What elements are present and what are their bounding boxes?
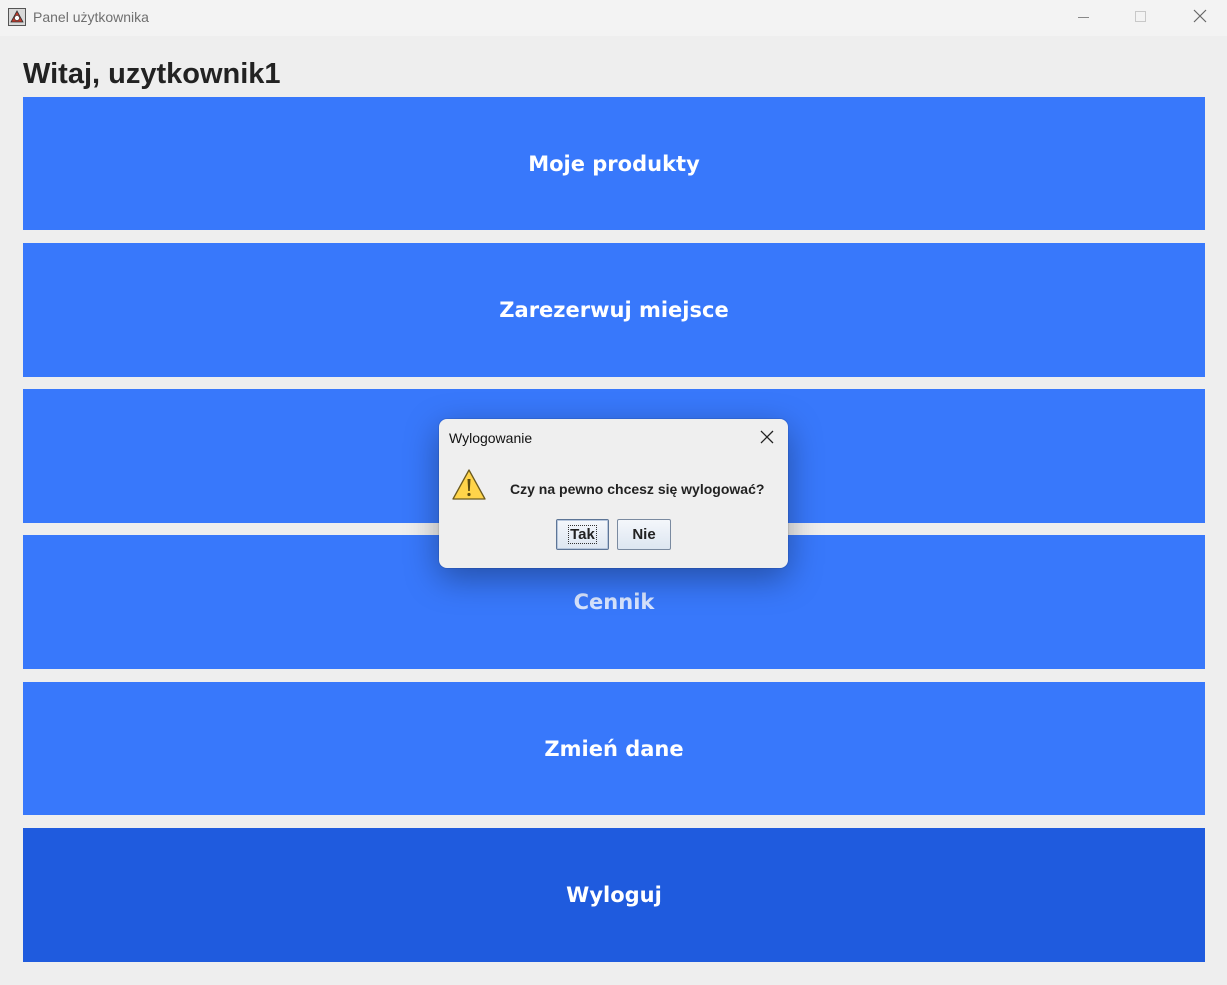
maximize-button[interactable]	[1118, 0, 1164, 34]
window-title: Panel użytkownika	[33, 9, 149, 25]
logout-button[interactable]: Wyloguj	[23, 828, 1205, 962]
dialog-close-button[interactable]	[757, 428, 777, 448]
change-data-label: Zmień dane	[544, 736, 684, 761]
minimize-icon	[1078, 8, 1090, 27]
no-label: Nie	[632, 526, 656, 543]
change-data-button[interactable]: Zmień dane	[23, 682, 1205, 815]
window-close-button[interactable]	[1177, 0, 1223, 34]
greeting-heading: Witaj, uzytkownik1	[23, 58, 281, 90]
maximize-icon	[1135, 8, 1147, 27]
dialog-title: Wylogowanie	[449, 430, 533, 446]
no-button[interactable]: Nie	[617, 519, 671, 550]
java-app-icon	[8, 8, 26, 26]
my-products-label: Moje produkty	[528, 151, 700, 176]
reserve-place-button[interactable]: Zarezerwuj miejsce	[23, 243, 1205, 377]
minimize-button[interactable]	[1061, 0, 1107, 34]
logout-dialog[interactable]: Wylogowanie Czy na pewno chcesz się wylo…	[439, 419, 788, 568]
close-icon	[760, 429, 774, 448]
reserve-place-label: Zarezerwuj miejsce	[499, 298, 729, 322]
yes-button[interactable]: Tak	[556, 519, 609, 550]
my-products-button[interactable]: Moje produkty	[23, 97, 1205, 230]
warning-icon	[451, 467, 487, 503]
logout-label: Wyloguj	[566, 883, 662, 907]
price-list-label: Cennik	[573, 590, 655, 614]
close-icon	[1193, 8, 1207, 27]
window-titlebar[interactable]: Panel użytkownika	[0, 0, 1227, 36]
dialog-message: Czy na pewno chcesz się wylogować?	[510, 481, 765, 497]
yes-label: Tak	[568, 525, 597, 544]
